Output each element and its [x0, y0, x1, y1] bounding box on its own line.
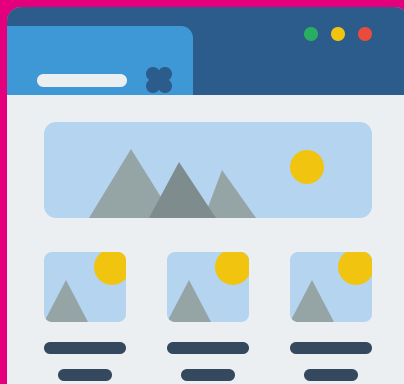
browser-window: [7, 7, 404, 384]
close-window-button[interactable]: [358, 27, 372, 41]
caption-line: [290, 342, 372, 354]
page-content: [7, 95, 404, 384]
landscape-thumbnail-icon: [167, 252, 249, 322]
subcaption-line: [304, 369, 358, 381]
browser-tab[interactable]: [7, 26, 193, 95]
illustration-canvas: [0, 0, 404, 384]
subcaption-line: [58, 369, 112, 381]
caption-line: [167, 342, 249, 354]
tab-title-placeholder: [37, 74, 127, 87]
landscape-thumbnail-icon: [44, 252, 126, 322]
landscape-image-icon: [44, 122, 372, 218]
maximize-button[interactable]: [304, 27, 318, 41]
close-icon[interactable]: [145, 66, 173, 94]
caption-line: [44, 342, 126, 354]
landscape-thumbnail-icon: [290, 252, 372, 322]
minimize-button[interactable]: [331, 27, 345, 41]
subcaption-line: [181, 369, 235, 381]
